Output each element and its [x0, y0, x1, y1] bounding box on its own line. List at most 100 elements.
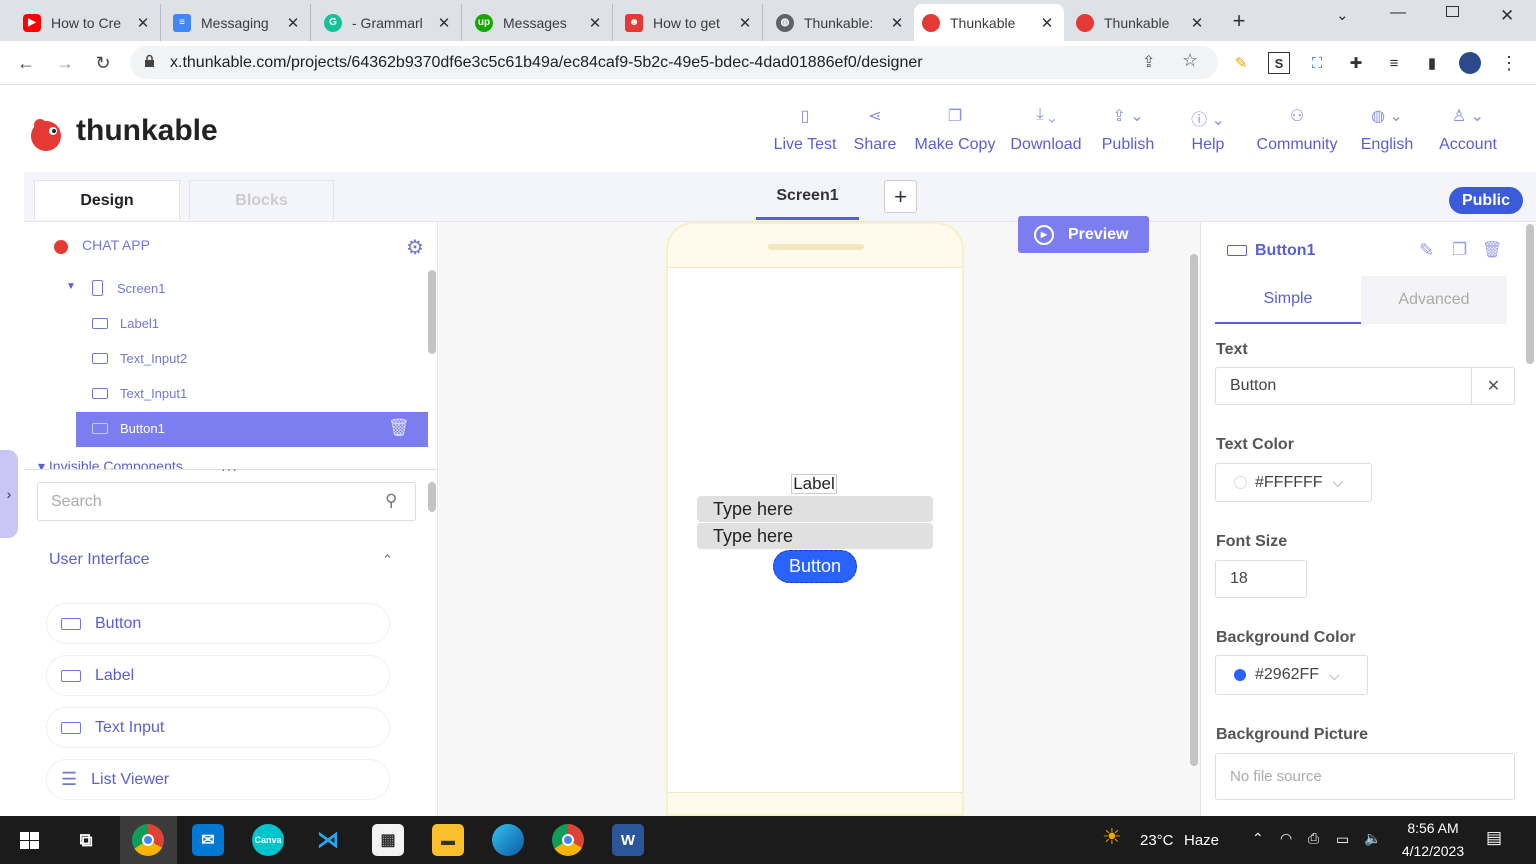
restore-icon[interactable] [1446, 6, 1459, 17]
file-explorer-icon[interactable]: ▬ [432, 824, 464, 856]
close-tab-icon[interactable]: ✕ [1188, 14, 1206, 32]
word-icon[interactable]: W [612, 824, 644, 856]
close-tab-icon[interactable]: ✕ [284, 14, 302, 32]
component-list-viewer[interactable]: ☰ List Viewer [46, 759, 390, 800]
resize-handle[interactable]: ··· [221, 462, 238, 476]
tab-screen1[interactable]: Screen1 [756, 187, 859, 205]
back-icon[interactable]: ← [13, 50, 39, 76]
side-panel-icon[interactable]: ▮ [1421, 52, 1443, 74]
forward-icon[interactable]: → [52, 50, 78, 76]
nav-live-test[interactable]: ▯ Live Test [772, 106, 838, 154]
canva-icon[interactable]: Canva [252, 824, 284, 856]
share-page-icon[interactable]: ⇪ [1142, 52, 1155, 72]
browser-tab[interactable]: ▶ How to Cre ✕ [15, 4, 161, 41]
chrome-icon[interactable] [132, 824, 164, 856]
delete-trash-icon[interactable]: 🗑 [1482, 240, 1502, 260]
chrome-profile-icon[interactable] [552, 824, 584, 856]
tree-scrollbar[interactable] [428, 270, 436, 354]
minimize-icon[interactable]: — [1390, 4, 1406, 22]
weather-temp[interactable]: 23°C [1140, 832, 1174, 849]
nav-share[interactable]: ⋖ Share [850, 106, 900, 154]
project-settings-gear-icon[interactable]: ⚙ [406, 235, 424, 260]
weather-sun-icon[interactable]: ☀ [1102, 824, 1122, 850]
component-text-input[interactable]: Text Input [46, 707, 390, 748]
background-color-picker[interactable]: #2962FF ⌵ [1215, 655, 1368, 695]
tab-blocks[interactable]: Blocks [189, 180, 334, 220]
text-property-input[interactable]: Button ✕ [1215, 367, 1515, 405]
browser-tab[interactable]: ◍ Thunkable: ✕ [768, 4, 914, 41]
text-color-picker[interactable]: #FFFFFF ⌵ [1215, 463, 1372, 502]
battery-icon[interactable]: ▭ [1336, 831, 1349, 848]
tray-chevron-icon[interactable]: ⌃ [1252, 830, 1264, 847]
windows-start-icon[interactable] [20, 832, 39, 849]
nav-english[interactable]: ◍ ⌄ English [1358, 106, 1416, 154]
wifi-icon[interactable]: ◠ [1280, 830, 1292, 847]
browser-tab[interactable]: up Messages ✕ [467, 4, 613, 41]
clock-time[interactable]: 8:56 AM [1396, 820, 1470, 836]
browser-tab-active[interactable]: Thunkable ✕ [914, 4, 1064, 41]
extensions-puzzle-icon[interactable]: ✚ [1345, 52, 1367, 74]
device-icon[interactable]: ⎙ [1308, 830, 1319, 847]
browser-tab[interactable]: Thunkable ✕ [1068, 4, 1214, 41]
extension-pencil-icon[interactable]: ✎ [1230, 52, 1252, 74]
address-bar[interactable]: x.thunkable.com/projects/64362b9370df6e3… [130, 46, 1218, 79]
profile-avatar[interactable] [1459, 52, 1481, 74]
delete-trash-icon[interactable]: 🗑 [388, 418, 410, 438]
new-tab-icon[interactable]: + [1226, 8, 1252, 34]
component-label[interactable]: Label [46, 655, 390, 696]
nav-account[interactable]: ♙ ⌄ Account [1436, 106, 1500, 154]
section-user-interface[interactable]: User Interface [49, 551, 149, 569]
weather-condition[interactable]: Haze [1184, 832, 1219, 849]
browser-tab[interactable]: ≡ Messaging ✕ [165, 4, 311, 41]
nav-help[interactable]: ⓘ ⌄ Help [1186, 106, 1230, 154]
nav-publish[interactable]: ⇪ ⌄ Publish [1097, 106, 1159, 154]
tab-design[interactable]: Design [34, 180, 180, 220]
component-search-input[interactable]: Search ⚲ [37, 482, 416, 521]
reload-icon[interactable]: ↻ [90, 50, 116, 76]
canvas-text-input1[interactable]: Type here [697, 523, 933, 549]
clear-icon[interactable]: ✕ [1471, 368, 1515, 404]
extension-s-icon[interactable]: S [1268, 52, 1290, 74]
close-window-icon[interactable]: ✕ [1500, 6, 1514, 26]
add-screen-button[interactable]: + [884, 180, 917, 213]
task-view-icon[interactable]: ⧉ [70, 824, 102, 856]
edge-icon[interactable] [492, 824, 524, 856]
vscode-icon[interactable]: ⋊ [312, 824, 344, 856]
mail-icon[interactable]: ✉ [192, 824, 224, 856]
clock-date[interactable]: 4/12/2023 [1394, 843, 1472, 859]
component-button[interactable]: Button [46, 603, 390, 644]
bookmark-star-icon[interactable]: ☆ [1182, 50, 1198, 71]
tree-item-text-input2[interactable]: Text_Input2 [92, 351, 187, 366]
tree-item-screen1[interactable]: Screen1 [92, 280, 165, 296]
notifications-icon[interactable]: ▤ [1486, 828, 1502, 848]
browser-tab[interactable]: G - Grammarl ✕ [316, 4, 462, 41]
rename-pencil-icon[interactable]: ✎ [1419, 240, 1434, 261]
store-icon[interactable]: ▦ [372, 824, 404, 856]
font-size-input[interactable]: 18 [1215, 560, 1307, 598]
preview-button[interactable]: ▶ Preview [1018, 216, 1149, 253]
tab-advanced[interactable]: Advanced [1361, 276, 1507, 324]
nav-download[interactable]: ⤓ ⌄ Download [1008, 106, 1084, 154]
volume-icon[interactable]: 🔈 [1364, 830, 1381, 847]
canvas-button[interactable]: Button [773, 550, 857, 583]
nav-community[interactable]: ⚇ Community [1254, 106, 1340, 154]
screen-capture-icon[interactable]: ⛶ [1306, 52, 1328, 74]
canvas-text-input2[interactable]: Type here [697, 496, 933, 522]
nav-make-copy[interactable]: ❐ Make Copy [912, 106, 998, 154]
palette-scrollbar[interactable] [428, 482, 436, 512]
close-tab-icon[interactable]: ✕ [736, 14, 754, 32]
properties-scrollbar[interactable] [1526, 224, 1534, 364]
close-tab-icon[interactable]: ✕ [1038, 14, 1056, 32]
canvas-label[interactable]: Label [791, 474, 837, 494]
close-tab-icon[interactable]: ✕ [435, 14, 453, 32]
thunkable-logo-icon[interactable] [28, 116, 66, 152]
tab-search-icon[interactable]: ⌄ [1336, 6, 1349, 24]
invisible-components-header[interactable]: ▾ Invisible Components [38, 458, 216, 469]
browser-tab[interactable]: ☻ How to get ✕ [617, 4, 763, 41]
tree-item-button1[interactable]: Button1 [92, 421, 165, 436]
tab-simple[interactable]: Simple [1215, 276, 1361, 324]
tree-item-text-input1[interactable]: Text_Input1 [92, 386, 187, 401]
canvas-scrollbar[interactable] [1190, 254, 1198, 766]
chevron-up-icon[interactable]: ⌃ [382, 552, 393, 568]
close-tab-icon[interactable]: ✕ [586, 14, 604, 32]
